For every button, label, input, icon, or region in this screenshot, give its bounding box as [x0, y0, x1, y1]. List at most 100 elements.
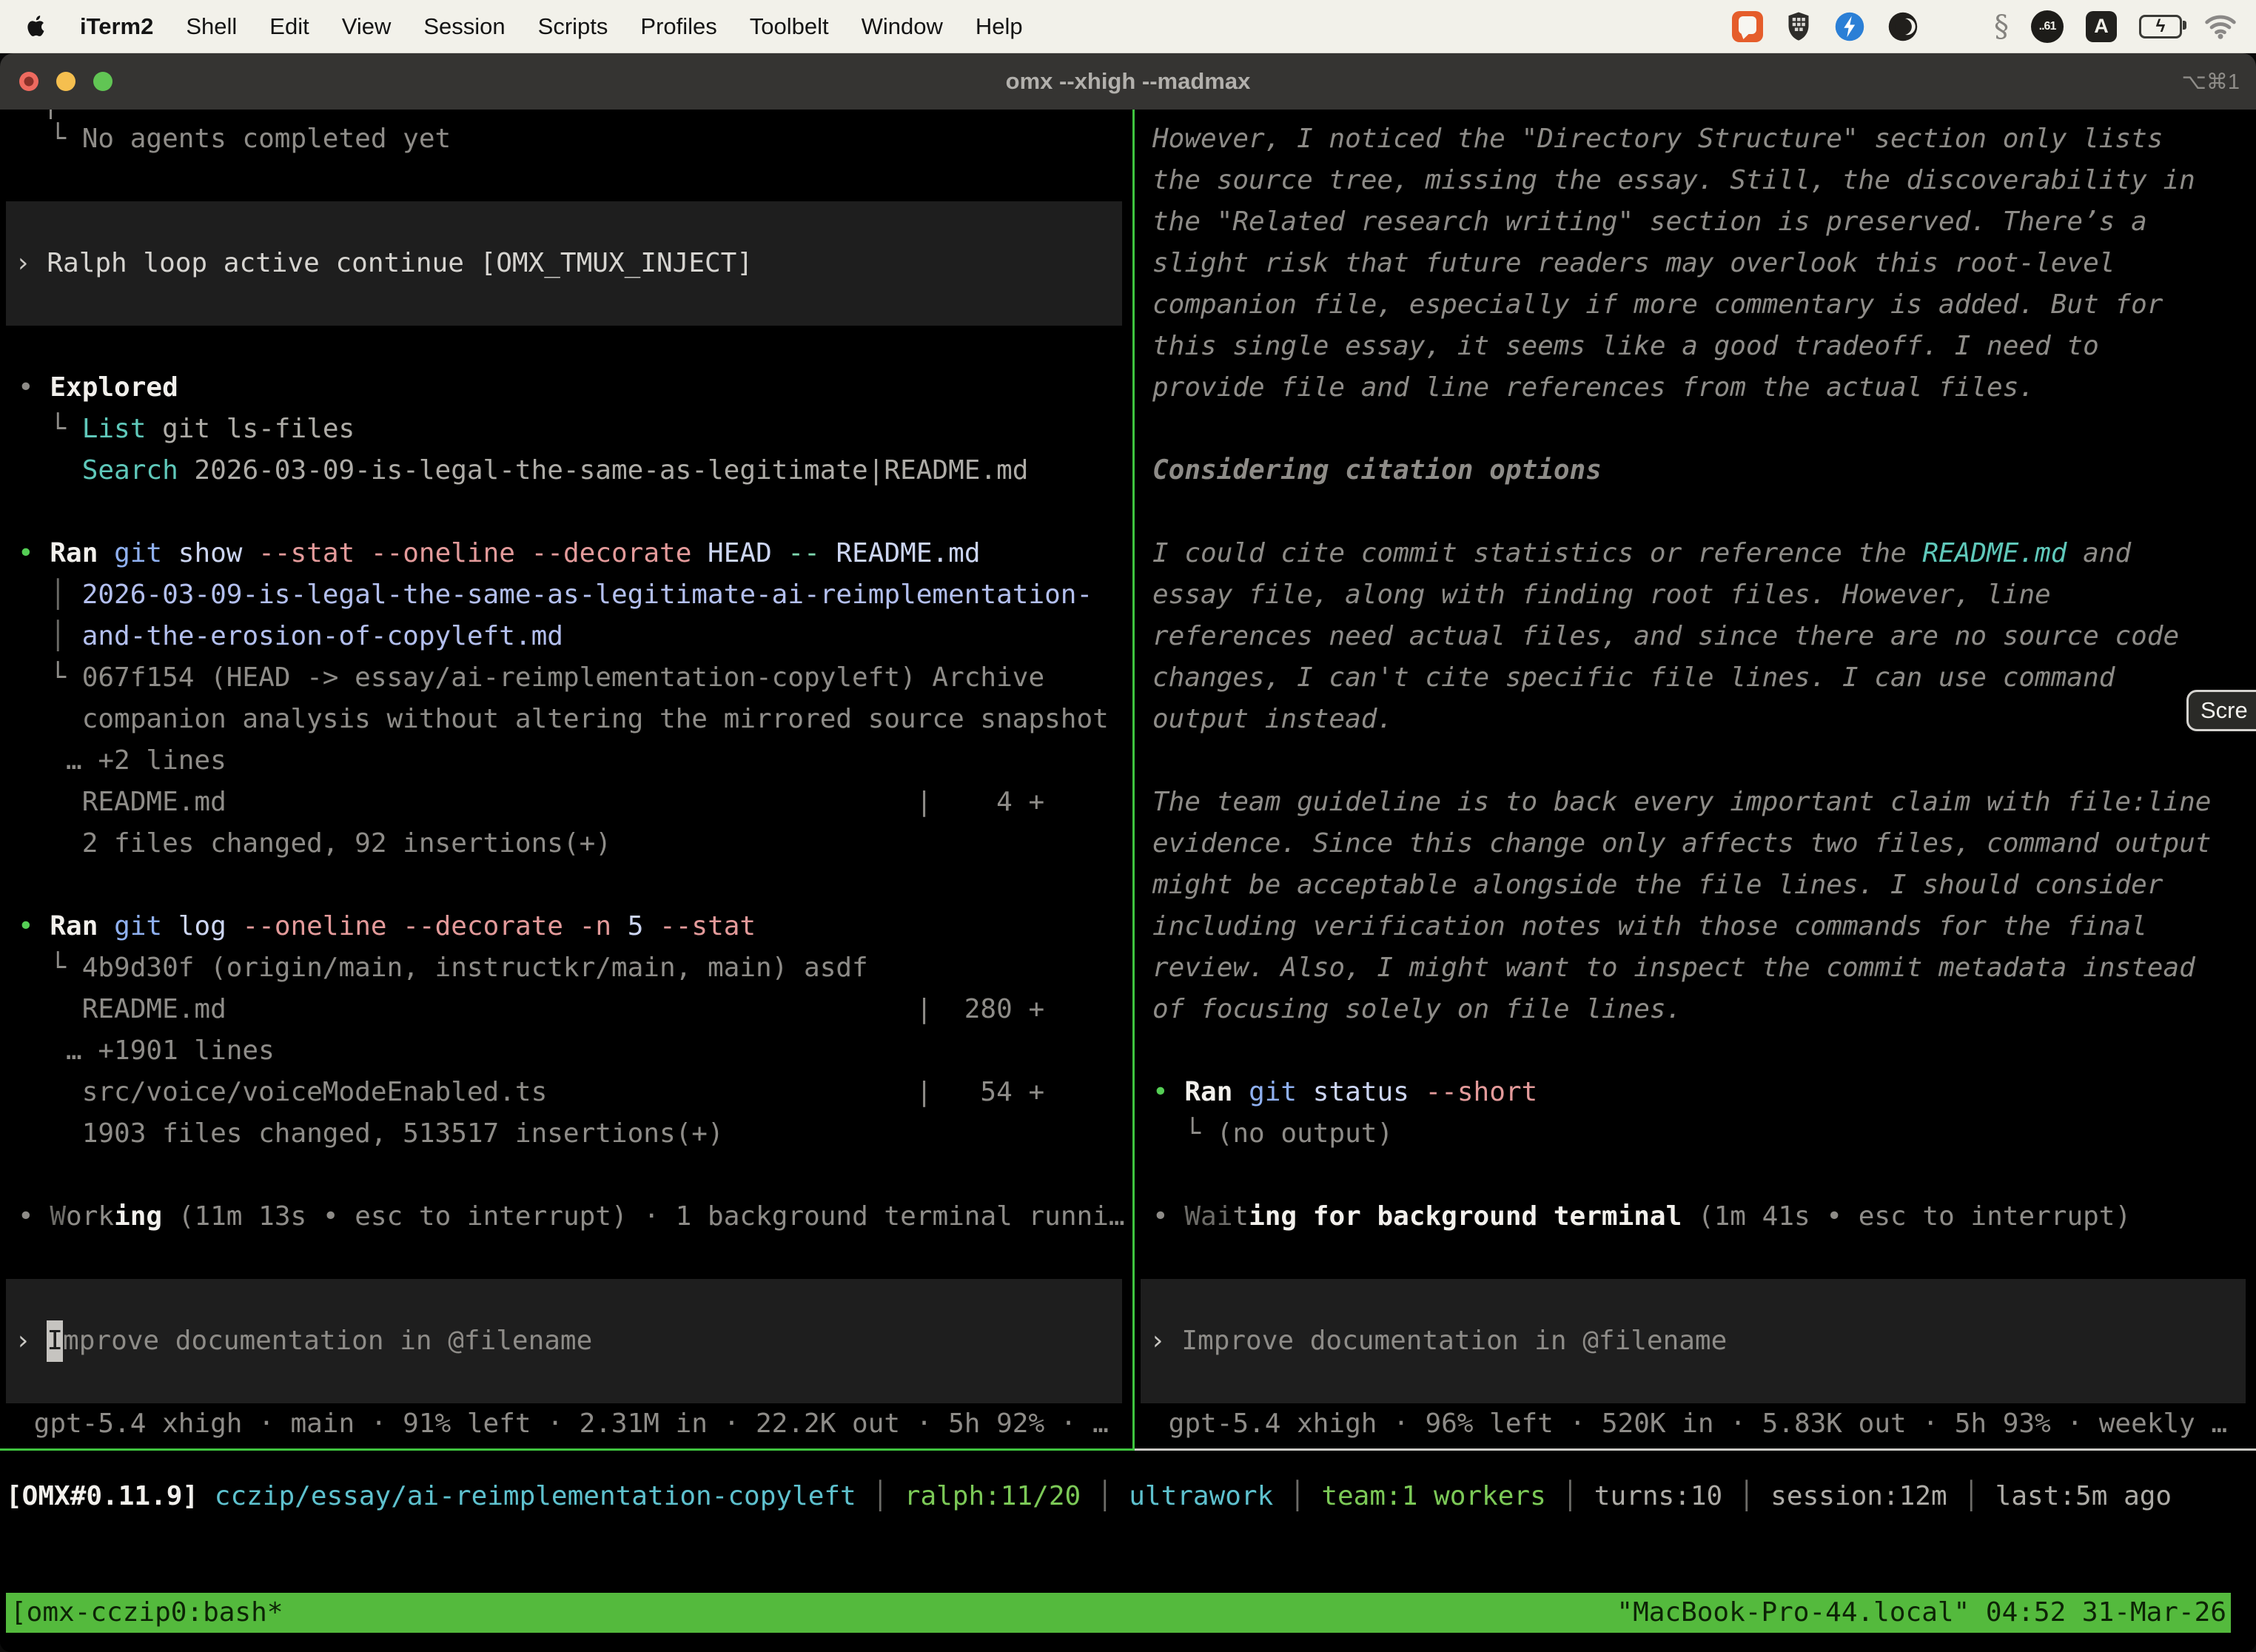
badge-61-icon[interactable]: ..61	[2031, 10, 2064, 43]
text-segment: and	[2067, 538, 2131, 568]
terminal-line: changes, I can't cite specific file line…	[1152, 657, 2256, 699]
omx-status-line: [OMX#0.11.9] cczip/essay/ai-reimplementa…	[0, 1476, 2256, 1517]
text-segment: └ No agents completed yet	[18, 124, 451, 154]
text-segment: 2 files changed, 92 insertions(+)	[18, 828, 611, 859]
text-segment: --oneline	[355, 538, 515, 568]
terminal-line: might be acceptable alongside the file l…	[1152, 864, 2256, 906]
terminal-pane-right[interactable]: However, I noticed the "Directory Struct…	[1135, 110, 2256, 1451]
prompt-input[interactable]: › Ralph loop active continue [OMX_TMUX_I…	[6, 201, 1122, 326]
tmux-window-name[interactable]: [omx-cczip0:bash*	[10, 1593, 283, 1633]
text-segment: │	[1546, 1481, 1594, 1511]
text-segment: │	[18, 580, 82, 610]
text-segment: │	[1273, 1481, 1321, 1511]
text-segment: of focusing solely on file lines.	[1152, 994, 1682, 1024]
text-segment: the source tree, missing the essay. Stil…	[1152, 165, 2195, 195]
terminal-line: references need actual files, and since …	[1152, 616, 2256, 657]
text-segment: •	[18, 538, 50, 568]
minimize-button[interactable]	[56, 72, 75, 91]
text-segment: last:5m ago	[1995, 1481, 2172, 1511]
diffstat-column: | 54 +	[916, 1072, 1044, 1113]
terminal-line: The team guideline is to back every impo…	[1152, 782, 2256, 823]
terminal-line: review. Also, I might want to inspect th…	[1152, 947, 2256, 989]
text-segment: •	[18, 911, 50, 941]
wifi-icon[interactable]	[2204, 13, 2237, 39]
crescent-circle-icon[interactable]	[1887, 11, 1918, 42]
menu-app-name[interactable]: iTerm2	[80, 13, 153, 40]
text-segment: --	[772, 538, 820, 568]
menu-item-toolbelt[interactable]: Toolbelt	[750, 13, 829, 40]
terminal-line	[18, 1238, 1132, 1279]
menu-item-scripts[interactable]: Scripts	[538, 13, 608, 40]
text-segment: Ran	[50, 911, 98, 941]
text-segment: gpt-5.4 xhigh · 96% left · 520K in · 5.8…	[1152, 1408, 2227, 1439]
close-button[interactable]	[19, 72, 38, 91]
terminal-pane-left[interactable]: └ No agents completed yet › Ralph loop ac…	[0, 110, 1132, 1451]
window-titlebar[interactable]: omx --xhigh --madmax ⌥⌘1	[0, 53, 2256, 110]
screen-share-overlay-label: Scre	[2200, 697, 2248, 724]
menu-item-help[interactable]: Help	[976, 13, 1023, 40]
terminal-line: └ (no output)	[1152, 1113, 2256, 1155]
terminal-line: I could cite commit statistics or refere…	[1152, 533, 2256, 574]
text-segment: I could cite commit statistics or refere…	[1152, 538, 1922, 568]
terminal-line: including verification notes with those …	[1152, 906, 2256, 947]
terminal-line	[1152, 491, 2256, 533]
terminal-line: • Ran git show --stat --oneline --decora…	[18, 533, 1132, 574]
screen-share-overlay[interactable]: Scre	[2186, 690, 2256, 731]
text-segment: •	[18, 1201, 50, 1232]
terminal-line	[1152, 1030, 2256, 1072]
text-segment: └ 4b9d30f (origin/main, instructkr/main,…	[18, 953, 868, 983]
text-segment: … +2 lines	[18, 745, 226, 776]
text-segment: essay file, along with finding root file…	[1152, 580, 2051, 610]
blue-bolt-badge-icon[interactable]	[1834, 11, 1865, 42]
squiggle-icon[interactable]: §	[1994, 12, 2009, 41]
terminal-line: of focusing solely on file lines.	[1152, 989, 2256, 1030]
text-segment: Ralph loop active continue [OMX_TMUX_INJ…	[47, 243, 753, 284]
text-segment: ralph:11/20	[904, 1481, 1081, 1511]
terminal-line: … +2 lines	[18, 740, 1132, 782]
text-segment: changes, I can't cite specific file line…	[1152, 662, 2115, 693]
terminal-line	[1152, 1238, 2256, 1279]
menu-item-window[interactable]: Window	[862, 13, 943, 40]
menu-item-session[interactable]: Session	[423, 13, 505, 40]
text-segment: --oneline	[226, 911, 387, 941]
terminal-line: └ 4b9d30f (origin/main, instructkr/main,…	[18, 947, 1132, 989]
tmux-host-clock: "MacBook-Pro-44.local" 04:52 31-Mar-26	[1617, 1593, 2226, 1633]
text-segment: (1m 41s • esc to interrupt)	[1682, 1201, 2131, 1232]
text-segment: │	[856, 1481, 904, 1511]
text-segment: companion analysis without altering the …	[18, 704, 1109, 734]
text-segment: --short	[1409, 1077, 1537, 1107]
text-segment: src/voice/voiceModeEnabled.ts	[18, 1077, 547, 1107]
menu-item-view[interactable]: View	[342, 13, 392, 40]
text-segment: --decorate	[387, 911, 563, 941]
text-segment: might be acceptable alongside the file l…	[1152, 870, 2163, 900]
text-segment: this single essay, it seems like a good …	[1152, 331, 2099, 361]
text-segment	[98, 538, 114, 568]
text-segment: including verification notes with those …	[1152, 911, 2147, 941]
terminal-line: └ List git ls-files	[18, 409, 1132, 450]
chat-bubble-icon[interactable]	[1732, 11, 1763, 42]
text-segment: provide file and line references from th…	[1152, 372, 2035, 403]
zoom-button[interactable]	[93, 72, 113, 91]
dots-grid-icon[interactable]	[1941, 11, 1972, 42]
text-segment: 2026-03-09-is-legal-the-same-as-legitima…	[82, 580, 1092, 610]
text-segment: Search	[82, 455, 178, 486]
text-segment: team:1 workers	[1321, 1481, 1545, 1511]
shield-icon[interactable]	[1785, 11, 1812, 42]
prompt-input[interactable]: › Improve documentation in @filename	[6, 1279, 1122, 1403]
prompt-input[interactable]: › Improve documentation in @filename	[1141, 1279, 2246, 1403]
menu-item-profiles[interactable]: Profiles	[640, 13, 716, 40]
menu-item-shell[interactable]: Shell	[186, 13, 237, 40]
terminal-line: gpt-5.4 xhigh · main · 91% left · 2.31M …	[18, 1403, 1132, 1445]
apple-menu-icon[interactable]	[25, 12, 50, 41]
terminal-line: 1903 files changed, 513517 insertions(+)	[18, 1113, 1132, 1155]
battery-icon[interactable]: ϟ	[2139, 15, 2182, 38]
text-segment: turns:10	[1594, 1481, 1722, 1511]
terminal-line	[1152, 409, 2256, 450]
terminal-line: companion file, especially if more comme…	[1152, 284, 2256, 326]
keyboard-layout-icon[interactable]: A	[2086, 11, 2117, 42]
terminal-line: evidence. Since this change only affects…	[1152, 823, 2256, 864]
text-segment: ing	[114, 1201, 162, 1232]
text-segment: gpt-5.4 xhigh · main · 91% left · 2.31M …	[18, 1408, 1109, 1439]
menu-item-edit[interactable]: Edit	[269, 13, 309, 40]
menu-status-icons: § ..61 A ϟ	[1732, 10, 2241, 43]
